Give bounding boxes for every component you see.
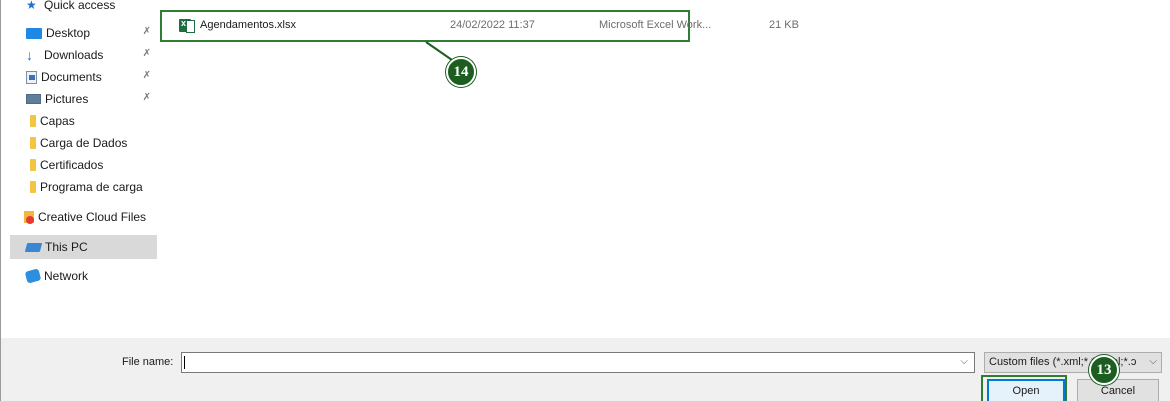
nav-item-label: Downloads (44, 48, 104, 62)
file-name: Agendamentos.xlsx (200, 19, 296, 31)
pin-icon[interactable]: ✗ (143, 92, 151, 103)
chevron-down-icon[interactable]: ⌵ (960, 356, 968, 367)
pin-icon[interactable]: ✗ (143, 70, 151, 81)
file-type: Microsoft Excel Work... (599, 19, 712, 31)
folder-icon (30, 137, 36, 149)
pc-icon (24, 242, 43, 252)
documents-icon (26, 70, 37, 84)
nav-item-label: Documents (41, 70, 102, 84)
excel-file-icon (179, 18, 195, 33)
nav-item-label: Network (44, 269, 89, 283)
download-icon: ↓ (26, 47, 33, 63)
step-callout-14: 14 (446, 57, 476, 87)
nav-item-pictures[interactable]: Pictures ✗ (10, 88, 157, 110)
file-list-pane[interactable]: Agendamentos.xlsx 24/02/2022 11:37 Micro… (157, 0, 1170, 338)
file-name-label: File name: (122, 356, 174, 368)
nav-item-network[interactable]: Network (10, 265, 157, 287)
nav-item-label: Certificados (40, 158, 104, 172)
nav-item-label: Carga de Dados (40, 136, 128, 150)
nav-item-documents[interactable]: Documents ✗ (10, 66, 157, 88)
creative-cloud-icon (24, 211, 34, 224)
nav-item-programa-de-carga[interactable]: Programa de carga (10, 176, 157, 198)
nav-item-downloads[interactable]: ↓ Downloads ✗ (10, 44, 157, 66)
pin-icon[interactable]: ✗ (143, 48, 151, 59)
nav-item-capas[interactable]: Capas (10, 110, 157, 132)
text-caret (184, 356, 185, 369)
nav-item-label: Capas (40, 114, 75, 128)
nav-item-label: This PC (45, 240, 88, 254)
nav-item-carga-de-dados[interactable]: Carga de Dados (10, 132, 157, 154)
folder-icon (30, 159, 36, 171)
file-type-filter-select[interactable]: Custom files (*.xml;*.*;*.dbl;*.ɔ ⌵ (984, 352, 1162, 373)
nav-item-this-pc[interactable]: This PC (10, 235, 157, 259)
chevron-down-icon[interactable]: ⌵ (1147, 356, 1157, 367)
open-button[interactable]: Open (987, 379, 1065, 401)
nav-item-label: Pictures (45, 92, 89, 106)
nav-item-creative-cloud-files[interactable]: Creative Cloud Files (10, 206, 157, 228)
folder-icon (30, 181, 36, 193)
pin-icon[interactable]: ✗ (143, 26, 151, 37)
nav-item-desktop[interactable]: Desktop ✗ (10, 22, 157, 44)
file-date: 24/02/2022 11:37 (450, 19, 535, 31)
nav-item-quick-access[interactable]: ★ Quick access (10, 0, 157, 16)
nav-item-label: Desktop (46, 26, 91, 40)
cancel-button[interactable]: Cancel (1077, 379, 1159, 401)
step-callout-13: 13 (1089, 355, 1119, 385)
nav-item-certificados[interactable]: Certificados (10, 154, 157, 176)
nav-item-label: Quick access (44, 0, 116, 12)
nav-item-label: Creative Cloud Files (38, 210, 147, 224)
network-icon (24, 268, 42, 284)
desktop-icon (26, 28, 42, 39)
star-icon: ★ (26, 0, 37, 12)
folder-icon (30, 115, 36, 127)
pictures-icon (26, 94, 41, 104)
nav-item-label: Programa de carga (40, 180, 143, 194)
file-size: 21 KB (769, 19, 799, 31)
file-row-highlighted[interactable]: Agendamentos.xlsx 24/02/2022 11:37 Micro… (160, 10, 799, 42)
file-name-input[interactable]: ⌵ (181, 352, 975, 373)
navigation-pane[interactable]: ★ Quick access Desktop ✗ ↓ Downloads ✗ D… (10, 0, 157, 338)
